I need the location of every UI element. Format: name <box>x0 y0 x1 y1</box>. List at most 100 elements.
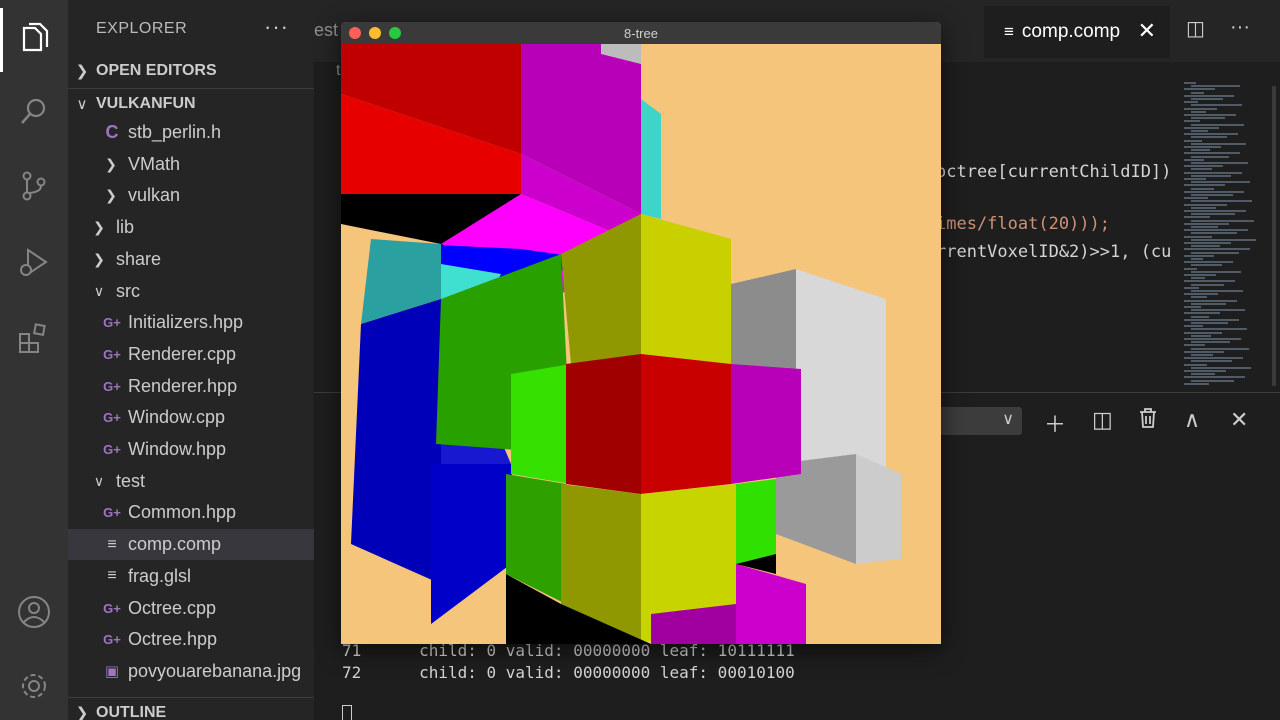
cpp-file-icon: G+ <box>103 410 121 426</box>
minimap-line <box>1191 91 1204 94</box>
open-editors-label: OPEN EDITORS <box>96 62 217 79</box>
minimap-line <box>1191 245 1220 248</box>
minimap-line <box>1184 82 1196 84</box>
close-icon[interactable]: ✕ <box>1138 18 1156 44</box>
minimap-line <box>1191 270 1241 273</box>
minimap-line <box>1184 382 1209 385</box>
minimap-line <box>1191 315 1209 318</box>
zoom-window-icon[interactable] <box>389 27 401 39</box>
minimap-line <box>1191 226 1218 228</box>
minimap-line <box>1191 341 1230 344</box>
minimap-line <box>1191 85 1240 88</box>
scrollbar[interactable] <box>1272 86 1276 386</box>
terminal-select[interactable]: ∨ <box>934 407 1022 435</box>
minimap-line <box>1184 370 1226 372</box>
tree-item[interactable]: ∨ src <box>68 276 314 307</box>
cpp-file-icon: G+ <box>103 346 121 362</box>
close-window-icon[interactable] <box>349 27 361 39</box>
tree-item-label: comp.comp <box>128 534 222 555</box>
tree-item[interactable]: ❯ lib <box>68 212 314 243</box>
files-icon[interactable] <box>14 18 54 58</box>
chevron-right-icon: ❯ <box>93 250 105 267</box>
minimap-line <box>1191 366 1251 369</box>
more-actions-icon[interactable]: ··· <box>264 14 289 40</box>
account-icon[interactable] <box>14 592 54 632</box>
minimap-line <box>1191 200 1252 203</box>
minimap-line <box>1184 254 1214 257</box>
trash-icon[interactable] <box>1138 407 1158 435</box>
minimap-line <box>1184 261 1233 264</box>
run-debug-icon[interactable] <box>14 242 54 282</box>
code-line[interactable]: octree[currentChildID]) <box>936 162 1171 182</box>
minimap-line <box>1191 251 1239 254</box>
outline-section[interactable]: ❯ OUTLINE <box>68 697 314 720</box>
minimap-line <box>1191 379 1234 382</box>
search-icon[interactable] <box>14 92 54 132</box>
minimap-line <box>1184 331 1222 334</box>
tree-item[interactable]: G+ Octree.cpp <box>68 593 314 624</box>
minimap-line <box>1191 98 1223 100</box>
minimap[interactable] <box>1184 82 1264 392</box>
tree-item[interactable]: G+ Common.hpp <box>68 497 314 528</box>
split-editor-icon[interactable]: ◫ <box>1186 16 1205 41</box>
tree-item-label: Window.cpp <box>128 407 226 428</box>
tree-item[interactable]: ❯ VMath <box>68 149 314 180</box>
text-file-icon: ≡ <box>107 535 117 553</box>
code-line[interactable]: imes/float(20))); <box>936 214 1110 234</box>
tree-item-label: povyouarebanana.jpg <box>128 660 302 681</box>
active-indicator <box>0 8 3 72</box>
minimap-line <box>1191 206 1216 209</box>
open-editors-section[interactable]: ❯ OPEN EDITORS <box>68 56 314 86</box>
tree-item[interactable]: Cstb_perlin.h <box>68 117 314 148</box>
more-actions-icon[interactable]: ··· <box>1230 16 1250 39</box>
tree-item[interactable]: G+ Window.hpp <box>68 434 314 465</box>
line-number: 72 <box>342 663 362 682</box>
extensions-icon[interactable] <box>14 318 54 358</box>
tree-item-label: Common.hpp <box>128 502 237 523</box>
chevron-right-icon: ❯ <box>105 155 117 172</box>
settings-gear-icon[interactable] <box>14 666 54 706</box>
code-line[interactable]: rrentVoxelID&2)>>1, (cu <box>936 242 1171 262</box>
chevron-right-icon: ❯ <box>105 187 117 204</box>
minimap-line <box>1184 178 1206 180</box>
minimap-line <box>1191 162 1248 164</box>
minimap-line <box>1184 133 1238 136</box>
close-panel-icon[interactable]: ✕ <box>1230 407 1248 433</box>
chevron-right-icon: ❯ <box>75 704 89 720</box>
minimize-window-icon[interactable] <box>369 27 381 39</box>
source-control-icon[interactable] <box>14 166 54 206</box>
render-window[interactable]: 8-tree <box>341 22 941 644</box>
cpp-file-icon: G+ <box>103 315 121 331</box>
tree-item[interactable]: ∨ test <box>68 466 314 497</box>
minimap-line <box>1184 363 1207 366</box>
window-titlebar[interactable]: 8-tree <box>341 22 941 44</box>
tree-item[interactable]: ❯ share <box>68 244 314 275</box>
minimap-line <box>1191 264 1222 267</box>
minimap-line <box>1184 184 1225 187</box>
minimap-line <box>1184 190 1244 193</box>
split-terminal-icon[interactable]: ◫ <box>1092 407 1113 433</box>
tree-item[interactable]: G+ Renderer.cpp <box>68 339 314 370</box>
minimap-line <box>1191 347 1249 350</box>
minimap-line <box>1184 229 1248 232</box>
tree-item[interactable]: ≡ frag.glsl <box>68 561 314 592</box>
tree-item[interactable]: ≡ comp.comp <box>68 529 314 561</box>
maximize-panel-icon[interactable]: ∧ <box>1184 407 1200 433</box>
tree-item[interactable]: G+ Renderer.hpp <box>68 371 314 402</box>
cpp-file-icon: G+ <box>103 632 121 648</box>
tree-item[interactable]: ❯ vulkan <box>68 180 314 211</box>
text-file-icon: ≡ <box>107 567 117 585</box>
tree-item[interactable]: G+ Window.cpp <box>68 402 314 433</box>
tree-item[interactable]: G+ Octree.hpp <box>68 624 314 655</box>
new-terminal-icon[interactable]: ＋ <box>1044 407 1066 439</box>
breadcrumb[interactable]: t <box>336 62 340 80</box>
octree-render <box>341 44 941 644</box>
tree-item[interactable]: G+ Initializers.hpp <box>68 307 314 338</box>
minimap-line <box>1184 242 1231 244</box>
tab-comp-comp[interactable]: ≡ comp.comp ✕ <box>984 6 1170 58</box>
project-section[interactable]: ∨ VULKANFUN <box>68 88 314 118</box>
tree-item-label: Initializers.hpp <box>128 312 244 333</box>
minimap-line <box>1191 373 1215 376</box>
tree-item[interactable]: ▣ povyouarebanana.jpg <box>68 656 314 687</box>
tab-partial[interactable]: est <box>314 20 338 41</box>
